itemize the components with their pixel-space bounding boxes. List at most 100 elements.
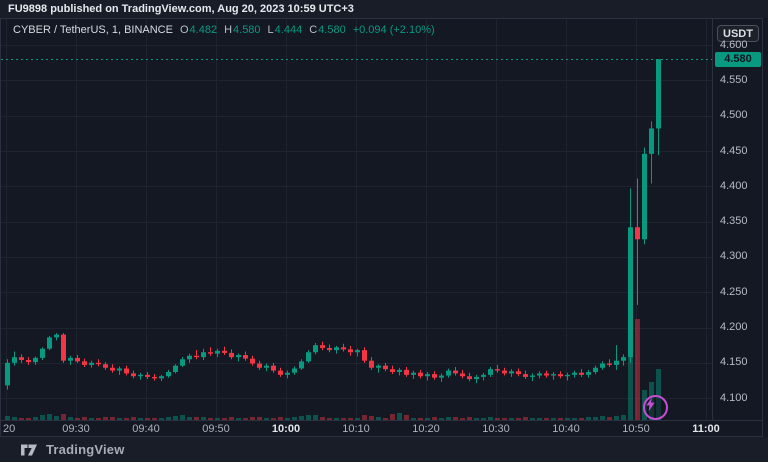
candle-body xyxy=(579,373,584,375)
price-axis[interactable]: USDT 4.6004.5504.5004.4504.4004.3504.300… xyxy=(712,19,762,420)
price-axis-label: 4.400 xyxy=(720,180,748,193)
candle-body xyxy=(334,347,339,350)
candle-body xyxy=(222,351,227,353)
candle-body xyxy=(201,352,206,357)
tradingview-snapshot: FU9898 published on TradingView.com, Aug… xyxy=(0,0,768,462)
time-axis-label: 10:40 xyxy=(552,422,580,436)
candle-body xyxy=(229,353,234,357)
candle-body xyxy=(180,359,185,365)
time-axis-label: 10:50 xyxy=(622,422,650,436)
price-axis-label: 4.150 xyxy=(720,356,748,369)
candle-body xyxy=(383,366,388,370)
price-axis-label: 4.600 xyxy=(720,39,748,52)
candle-body xyxy=(418,373,423,377)
candle-body xyxy=(516,371,521,374)
candle-body xyxy=(299,361,304,368)
candle-body xyxy=(96,363,101,364)
candle-body xyxy=(502,371,507,374)
candle-body xyxy=(152,377,157,378)
candle-body xyxy=(488,369,493,375)
candle-body xyxy=(425,374,430,376)
candle-body xyxy=(313,345,318,352)
footer: TradingView xyxy=(0,437,768,462)
candle-body xyxy=(341,347,346,349)
volume-bar xyxy=(635,319,640,420)
price-axis-label: 4.450 xyxy=(720,145,748,158)
candle-body xyxy=(614,361,619,365)
candle-body xyxy=(544,373,549,375)
price-axis-label: 4.350 xyxy=(720,215,748,228)
candle-body xyxy=(54,335,59,338)
candle-body xyxy=(166,372,171,376)
candle-body xyxy=(558,374,563,376)
candle-body xyxy=(264,366,269,368)
candle-body xyxy=(537,373,542,375)
candle-body xyxy=(236,355,241,357)
candle-body xyxy=(61,335,66,361)
candle-body xyxy=(327,348,332,350)
candle-body xyxy=(208,352,213,353)
candle-body xyxy=(439,376,444,378)
candle-body xyxy=(257,364,262,368)
candle-body xyxy=(628,227,633,357)
candle-body xyxy=(131,373,136,376)
publish-info: FU9898 published on TradingView.com, Aug… xyxy=(8,3,354,15)
candle-body xyxy=(292,368,297,372)
candle-body xyxy=(467,376,472,379)
lightning-bolt-icon xyxy=(645,397,656,412)
candle-body xyxy=(635,227,640,239)
chart-pane[interactable]: CYBER / TetherUS, 1, BINANCE O4.482 H4.5… xyxy=(1,19,712,420)
candle-body xyxy=(649,128,654,153)
candle-body xyxy=(320,345,325,348)
price-axis-label: 4.500 xyxy=(720,109,748,122)
candle-body xyxy=(47,337,52,348)
candle-body xyxy=(75,358,80,362)
chart-frame: CYBER / TetherUS, 1, BINANCE O4.482 H4.5… xyxy=(0,18,763,437)
candle-body xyxy=(523,374,528,377)
candle-body xyxy=(509,371,514,373)
candle-body xyxy=(40,349,45,358)
candle-body xyxy=(397,370,402,372)
candle-body xyxy=(117,368,122,370)
publish-bar: FU9898 published on TradingView.com, Aug… xyxy=(0,0,768,18)
candle-body xyxy=(145,375,150,377)
candle-body xyxy=(404,370,409,375)
candle-body xyxy=(68,358,73,361)
candle-body xyxy=(642,154,647,239)
time-axis-label: 09:40 xyxy=(132,422,160,436)
candle-body xyxy=(89,363,94,365)
candle-body xyxy=(285,373,290,375)
candle-body xyxy=(481,375,486,377)
candle-body xyxy=(446,371,451,376)
candle-body xyxy=(600,364,605,368)
candle-body xyxy=(572,373,577,375)
candle-body xyxy=(103,364,108,368)
flash-event-icon[interactable] xyxy=(643,395,668,420)
candle-body xyxy=(565,375,570,376)
tradingview-logo-icon[interactable] xyxy=(20,443,38,457)
candle-body xyxy=(348,349,353,352)
candle-body xyxy=(110,368,115,371)
candle-body xyxy=(656,59,661,128)
candle-body xyxy=(12,357,17,363)
volume-bar xyxy=(397,413,402,420)
candle-body xyxy=(33,358,38,362)
time-axis-label: 10:30 xyxy=(482,422,510,436)
candle-body xyxy=(243,355,248,359)
time-axis-label: 10:00 xyxy=(272,422,300,436)
tradingview-brand[interactable]: TradingView xyxy=(46,442,125,457)
candlestick-chart[interactable] xyxy=(1,19,712,420)
candle-body xyxy=(355,350,360,352)
candle-body xyxy=(138,375,143,376)
candle-body xyxy=(19,357,24,360)
candle-body xyxy=(306,352,311,361)
time-axis-label: 09:30 xyxy=(62,422,90,436)
candle-body xyxy=(593,368,598,372)
candle-body xyxy=(250,359,255,364)
candle-body xyxy=(187,356,192,360)
time-axis-label: 11:00 xyxy=(692,422,720,436)
last-price-label: 4.580 xyxy=(715,52,761,67)
time-axis-label: 10:20 xyxy=(412,422,440,436)
time-axis[interactable]: 2009:3009:4009:5010:0010:1010:2010:3010:… xyxy=(1,420,762,436)
candle-body xyxy=(530,376,535,377)
